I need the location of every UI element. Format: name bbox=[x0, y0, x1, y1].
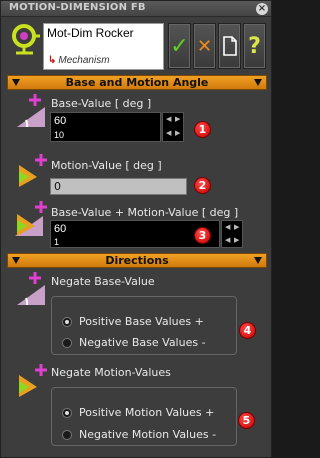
fb-logo-icon bbox=[12, 24, 40, 55]
cancel-button[interactable]: ✕ bbox=[193, 23, 216, 69]
help-button[interactable]: ? bbox=[243, 23, 266, 69]
cross-icon: ✕ bbox=[196, 35, 213, 57]
ok-button[interactable]: ✓ bbox=[168, 23, 191, 69]
badge-2: 2 bbox=[194, 177, 211, 194]
link-arrow-icon: ↳ bbox=[48, 55, 57, 66]
radio-negative-motion[interactable]: Negative Motion Values - bbox=[62, 428, 216, 441]
motion-value-label: Motion-Value [ deg ] bbox=[51, 159, 162, 172]
motion-angle-icon bbox=[19, 364, 47, 397]
window-title: MOTION-DIMENSION FB bbox=[9, 2, 146, 13]
fb-name-box[interactable]: Mot-Dim Rocker ↳ Mechanism bbox=[43, 23, 164, 70]
sum-value-stepper[interactable]: ◀ ▶ ◀ ▶ bbox=[221, 220, 243, 248]
mechanism-link[interactable]: ↳ Mechanism bbox=[48, 55, 110, 66]
radio-label: Negative Base Values - bbox=[79, 336, 206, 349]
decrement-icon[interactable]: ◀ bbox=[225, 223, 230, 231]
motion-value-field: 0 bbox=[50, 178, 187, 195]
new-document-icon bbox=[222, 36, 237, 56]
title-bar: MOTION-DIMENSION FB × bbox=[1, 1, 271, 17]
negate-base-label: Negate Base-Value bbox=[51, 275, 155, 288]
sum-value: 60 bbox=[54, 223, 67, 235]
sum-value-label: Base-Value + Motion-Value [ deg ] bbox=[51, 206, 239, 219]
radio-dot[interactable] bbox=[62, 337, 72, 348]
increment-icon[interactable]: ▶ bbox=[234, 223, 239, 231]
negate-base-group: Positive Base Values + Negative Base Val… bbox=[51, 296, 237, 355]
increment-icon[interactable]: ▶ bbox=[175, 115, 180, 123]
fb-name: Mot-Dim Rocker bbox=[47, 26, 134, 40]
check-icon: ✓ bbox=[170, 33, 189, 59]
close-icon[interactable]: × bbox=[256, 3, 268, 15]
section-base-motion[interactable]: Base and Motion Angle bbox=[7, 75, 267, 90]
collapse-icon bbox=[254, 257, 262, 264]
base-value-input[interactable]: 60 10 bbox=[50, 112, 161, 142]
step-increment-icon[interactable]: ▶ bbox=[234, 236, 239, 244]
radio-label: Positive Base Values + bbox=[79, 315, 204, 328]
base-angle-icon bbox=[17, 94, 45, 128]
negate-motion-group: Positive Motion Values + Negative Motion… bbox=[51, 387, 237, 446]
badge-1: 1 bbox=[194, 121, 211, 138]
badge-3: 3 bbox=[194, 227, 211, 244]
radio-positive-base[interactable]: Positive Base Values + bbox=[62, 315, 204, 328]
step-decrement-icon[interactable]: ◀ bbox=[225, 236, 230, 244]
negate-motion-label: Negate Motion-Values bbox=[51, 366, 171, 379]
base-value-step: 10 bbox=[54, 130, 65, 140]
motion-value: 0 bbox=[54, 180, 61, 193]
decrement-icon[interactable]: ◀ bbox=[166, 115, 171, 123]
step-decrement-icon[interactable]: ◀ bbox=[166, 129, 171, 137]
base-plus-motion-icon bbox=[15, 201, 47, 236]
badge-5: 5 bbox=[238, 412, 255, 429]
radio-dot[interactable] bbox=[62, 429, 72, 440]
badge-4: 4 bbox=[239, 322, 256, 339]
section-directions[interactable]: Directions bbox=[7, 253, 267, 268]
motion-angle-icon bbox=[19, 154, 47, 187]
radio-label: Positive Motion Values + bbox=[79, 406, 215, 419]
radio-negative-base[interactable]: Negative Base Values - bbox=[62, 336, 206, 349]
radio-dot[interactable] bbox=[62, 316, 72, 327]
section-title: Base and Motion Angle bbox=[65, 76, 209, 89]
base-value: 60 bbox=[54, 115, 67, 127]
base-value-label: Base-Value [ deg ] bbox=[51, 97, 152, 110]
section-title: Directions bbox=[105, 254, 169, 267]
radio-positive-motion[interactable]: Positive Motion Values + bbox=[62, 406, 214, 419]
step-increment-icon[interactable]: ▶ bbox=[175, 129, 180, 137]
collapse-icon bbox=[254, 79, 262, 86]
motion-dimension-panel: MOTION-DIMENSION FB × Mot-Dim Rocker ↳ Me… bbox=[0, 0, 272, 458]
base-angle-icon bbox=[17, 272, 45, 306]
help-icon: ? bbox=[248, 33, 261, 59]
base-value-stepper[interactable]: ◀ ▶ ◀ ▶ bbox=[162, 112, 184, 142]
radio-dot[interactable] bbox=[62, 407, 72, 418]
new-button[interactable] bbox=[218, 23, 241, 69]
radio-label: Negative Motion Values - bbox=[79, 428, 217, 441]
sum-value-step: 1 bbox=[54, 237, 60, 247]
